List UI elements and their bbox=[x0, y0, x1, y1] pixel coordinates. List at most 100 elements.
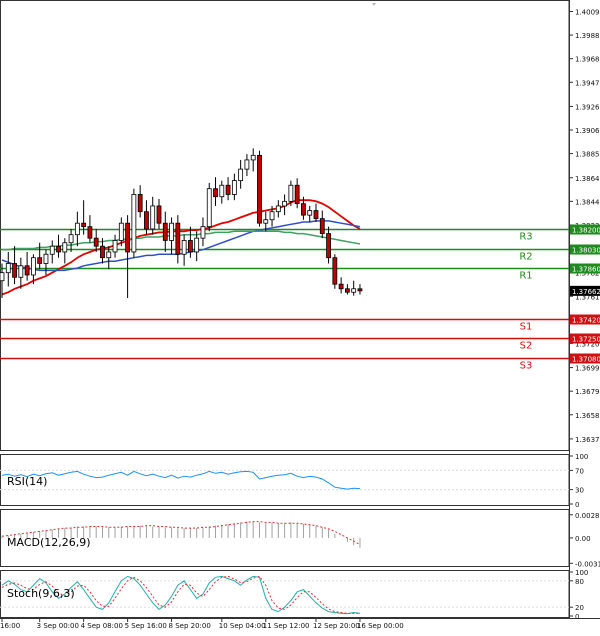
candle-body bbox=[338, 283, 344, 290]
level-label-s3: S3 bbox=[520, 361, 533, 372]
candle-body bbox=[131, 194, 137, 253]
price-tick-label: 1.39475 bbox=[575, 79, 600, 87]
candle-body bbox=[24, 265, 30, 276]
price-tick-label: 1.36790 bbox=[575, 388, 600, 396]
level-price-label-s1: 1.37420 bbox=[572, 317, 600, 325]
candle-body bbox=[319, 218, 325, 234]
candle-body bbox=[37, 257, 43, 264]
price-tick-label: 1.38855 bbox=[575, 151, 600, 159]
stoch-label: Stoch(9,6,3) bbox=[7, 587, 75, 600]
macd-tick-label: -0.003103 bbox=[575, 560, 600, 568]
level-price-label-r3: 1.38200 bbox=[572, 227, 600, 235]
candle-body bbox=[225, 184, 231, 195]
candle-body bbox=[118, 222, 124, 241]
forex-chart[interactable]: 1.40090 1.39885 1.39680 1.39475 1.39265 1.390… bbox=[0, 0, 600, 632]
rsi-label: RSI(14) bbox=[7, 475, 47, 488]
candle-body bbox=[68, 234, 74, 244]
level-label-s1: S1 bbox=[520, 322, 533, 333]
candle-body bbox=[125, 222, 130, 253]
candle-body bbox=[187, 240, 193, 253]
candle-body bbox=[257, 154, 262, 224]
candle-body bbox=[137, 194, 143, 213]
price-tick-label: 1.38440 bbox=[575, 198, 600, 206]
candle-body bbox=[150, 205, 156, 230]
candle-body bbox=[112, 240, 118, 253]
price-tick-label: 1.36585 bbox=[575, 412, 600, 420]
time-tick-label: 12 Sep 20:00 bbox=[313, 622, 360, 630]
candle-body bbox=[275, 205, 281, 213]
candle-body bbox=[87, 226, 93, 239]
candle-body bbox=[344, 288, 350, 293]
rsi-pane-frame bbox=[0, 454, 570, 506]
candle-body bbox=[106, 251, 112, 259]
time-tick-label: 16:00 bbox=[0, 622, 20, 630]
candle-body bbox=[56, 245, 61, 253]
candle-body bbox=[0, 272, 5, 282]
macd-tick-label: 0.002829 bbox=[575, 512, 600, 520]
price-tick-label: 1.39265 bbox=[575, 103, 600, 111]
time-tick-label: 10 Sep 04:00 bbox=[219, 622, 266, 630]
candle-body bbox=[282, 200, 288, 207]
candle-body bbox=[263, 219, 269, 224]
candle bbox=[257, 150, 262, 227]
candle-body bbox=[294, 184, 300, 205]
candle-body bbox=[169, 222, 174, 241]
stoch-tick-label: 80 bbox=[575, 578, 584, 586]
candle-body bbox=[100, 245, 105, 259]
candle-body bbox=[244, 159, 250, 170]
time-tick-label: 11 Sep 12:00 bbox=[263, 622, 310, 630]
price-tick-label: 1.39680 bbox=[575, 56, 600, 64]
candle-body bbox=[194, 237, 200, 253]
stoch-pane-frame bbox=[0, 570, 570, 618]
level-label-r1: R1 bbox=[519, 271, 532, 282]
rsi-tick-label: 30 bbox=[575, 487, 584, 495]
candle-body bbox=[74, 222, 80, 236]
candle-body bbox=[181, 240, 187, 255]
candle-body bbox=[288, 184, 294, 202]
candle-body bbox=[162, 222, 168, 241]
candle-body bbox=[5, 263, 11, 274]
level-label-s2: S2 bbox=[520, 341, 533, 352]
candle-body bbox=[156, 205, 162, 224]
price-tick-label: 1.38645 bbox=[575, 175, 600, 183]
candle-body bbox=[30, 257, 36, 276]
candle-body bbox=[200, 226, 206, 239]
chart-svg[interactable]: 1.40090 1.39885 1.39680 1.39475 1.39265 1.390… bbox=[0, 0, 600, 632]
candle-body bbox=[269, 211, 275, 221]
current-price-label: 1.37662 bbox=[572, 288, 600, 296]
candle-body bbox=[206, 188, 212, 228]
candle-body bbox=[231, 180, 237, 195]
candle-body bbox=[250, 154, 256, 161]
level-label-r3: R3 bbox=[519, 232, 532, 243]
level-price-label-r1: 1.37860 bbox=[572, 266, 600, 274]
macd-tick-label: 0.00 bbox=[575, 535, 591, 543]
candle-body bbox=[144, 211, 149, 230]
time-tick-label: 5 Sep 16:00 bbox=[125, 622, 167, 630]
candle-body bbox=[307, 210, 313, 216]
candle-body bbox=[213, 188, 218, 198]
price-tick-label: 1.36375 bbox=[575, 436, 600, 444]
candle-body bbox=[238, 168, 244, 182]
candle-body bbox=[301, 203, 306, 216]
candle-body bbox=[62, 242, 68, 253]
candle-body bbox=[93, 237, 99, 247]
rsi-tick-label: 100 bbox=[575, 453, 588, 461]
candle-body bbox=[18, 265, 24, 278]
level-price-label-r2: 1.38030 bbox=[572, 247, 600, 255]
candle-body bbox=[175, 222, 181, 255]
level-price-label-s3: 1.37080 bbox=[572, 356, 600, 364]
candle-body bbox=[332, 257, 338, 285]
stoch-tick-label: 100 bbox=[575, 569, 588, 577]
price-tick-label: 1.36995 bbox=[575, 365, 600, 373]
rsi-tick-label: 70 bbox=[575, 467, 584, 475]
candle-body bbox=[219, 184, 225, 198]
price-tick-label: 1.39060 bbox=[575, 127, 600, 135]
candle-body bbox=[81, 222, 87, 228]
candle-body bbox=[43, 253, 49, 264]
stoch-tick-label: 0 bbox=[575, 613, 579, 621]
candle bbox=[131, 188, 137, 258]
candle-body bbox=[351, 288, 357, 293]
candle-body bbox=[313, 210, 319, 219]
rsi-tick-label: 0 bbox=[575, 501, 579, 509]
candle-body bbox=[49, 245, 55, 255]
